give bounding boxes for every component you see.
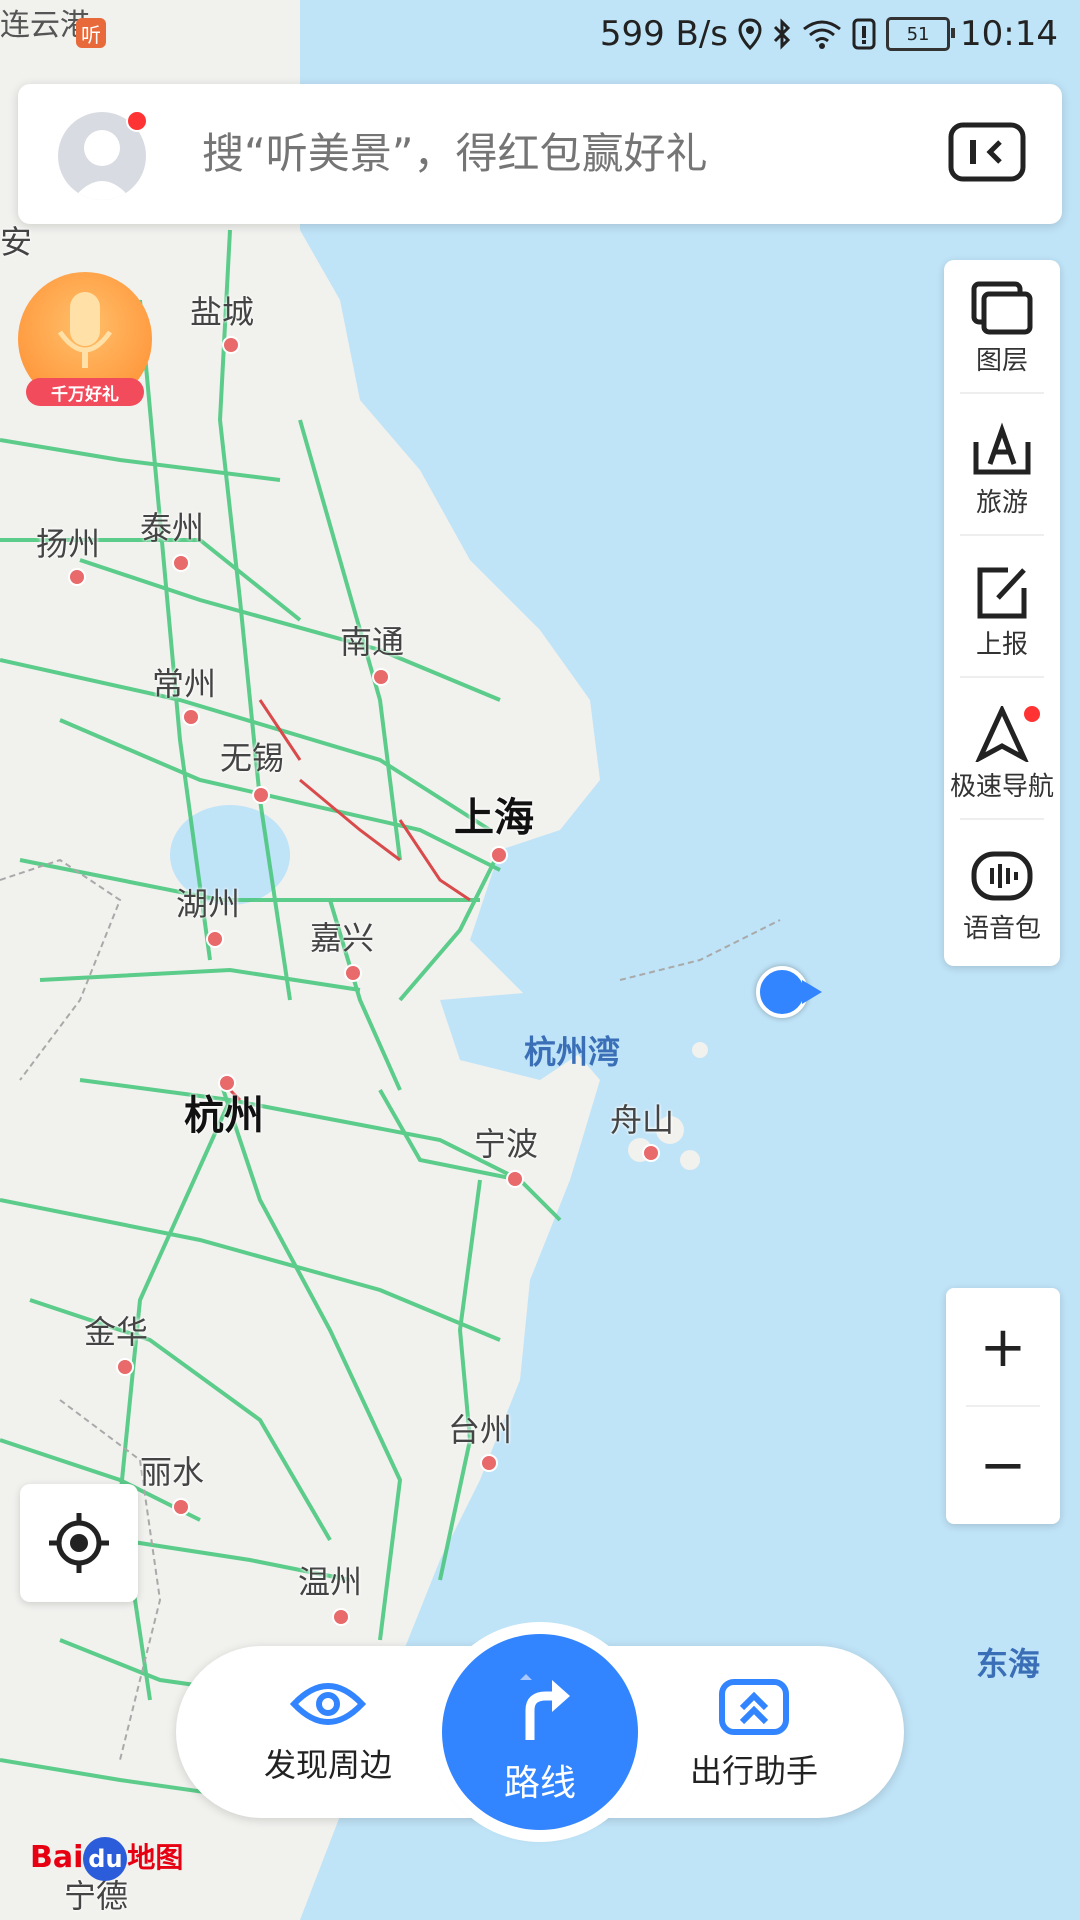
city-label-taizhou-js: 泰州 <box>140 509 205 547</box>
city-label-ningbo: 宁波 <box>474 1125 539 1163</box>
city-label-shanghai: 上海 <box>454 795 534 841</box>
locate-me-button[interactable] <box>20 1484 138 1602</box>
map-canvas[interactable] <box>0 0 1080 1920</box>
city-label-zhoushan: 舟山 <box>610 1101 675 1139</box>
report-button[interactable]: 上报 <box>944 544 1060 684</box>
eye-icon <box>289 1683 367 1725</box>
report-icon <box>977 567 1027 619</box>
discover-nearby-label: 发现周边 <box>263 1746 392 1784</box>
route-button[interactable]: 路线 <box>442 1634 638 1830</box>
city-dot <box>218 1074 236 1092</box>
city-label-jiaxing: 嘉兴 <box>310 919 375 957</box>
city-dot <box>172 1498 190 1516</box>
city-label-wuxi: 无锡 <box>220 739 285 777</box>
location-icon <box>738 18 762 50</box>
search-bar[interactable] <box>18 84 1062 224</box>
fast-navigation-label: 极速导航 <box>949 772 1054 802</box>
voice-reward-badge[interactable]: 千万好礼 <box>18 272 152 406</box>
city-dot <box>506 1170 524 1188</box>
travel-label: 旅游 <box>975 488 1028 518</box>
divider <box>960 676 1044 678</box>
city-dot <box>172 554 190 572</box>
travel-button[interactable]: 旅游 <box>944 402 1060 542</box>
city-label-lishui: 丽水 <box>140 1453 205 1491</box>
city-label-hangzhou: 杭州 <box>184 1093 264 1139</box>
baidu-map-logo: Bai du 地图 <box>30 1836 183 1881</box>
city-dot <box>68 568 86 586</box>
route-arrow-icon <box>520 1674 570 1740</box>
heading-arrow-icon <box>802 980 822 1004</box>
city-dot <box>222 336 240 354</box>
travel-assistant-button[interactable]: 出行助手 <box>664 1678 844 1792</box>
city-dot <box>116 1358 134 1376</box>
city-label-ningde: 宁德 <box>64 1877 129 1915</box>
layers-button[interactable]: 图层 <box>944 260 1060 400</box>
logo-ditu: 地图 <box>127 1841 184 1874</box>
notification-dot <box>126 110 148 132</box>
city-dot <box>344 964 362 982</box>
wifi-icon <box>803 20 841 49</box>
clock: 10:14 <box>960 14 1058 54</box>
scan-icon[interactable] <box>948 122 1026 182</box>
city-label-jinhua: 金华 <box>84 1313 149 1351</box>
divider <box>960 818 1044 820</box>
notification-dot <box>1024 706 1040 722</box>
discover-nearby-button[interactable]: 发现周边 <box>238 1678 418 1786</box>
city-label-yancheng: 盐城 <box>190 293 255 331</box>
divider <box>960 392 1044 394</box>
reward-tag: 千万好礼 <box>26 378 144 406</box>
battery-icon: 51 <box>886 17 956 51</box>
route-label: 路线 <box>503 1763 576 1804</box>
water-label-donghai: 东海 <box>976 1645 1041 1683</box>
zoom-control: + − <box>946 1288 1060 1524</box>
layers-icon <box>971 281 1033 335</box>
city-label-an: 安 <box>0 223 33 261</box>
network-speed: 599 B/s <box>599 14 729 54</box>
bluetooth-icon <box>773 18 791 50</box>
map-toolbar: 图层 旅游 上报 极速导航 语音包 <box>944 260 1060 966</box>
logo-du: du <box>83 1837 128 1881</box>
current-location-marker <box>756 966 808 1018</box>
voice-pack-label: 语音包 <box>962 914 1041 944</box>
divider <box>960 534 1044 536</box>
voice-pack-icon <box>971 851 1033 901</box>
battery-level: 51 <box>906 23 930 45</box>
city-dot <box>252 786 270 804</box>
divider <box>966 1405 1040 1407</box>
water-label-hangzhou-bay: 杭州湾 <box>524 1033 621 1071</box>
city-dot <box>182 708 200 726</box>
city-label-nantong: 南通 <box>340 623 405 661</box>
city-label-wenzhou: 温州 <box>298 1563 363 1601</box>
city-dot <box>642 1144 660 1162</box>
status-bar: 连云港 听 599 B/s 51 10:14 <box>0 0 1080 72</box>
zoom-out-button[interactable]: − <box>946 1406 1060 1524</box>
alert-sim-icon <box>852 18 876 50</box>
assistant-icon <box>719 1679 789 1735</box>
city-dot <box>480 1454 498 1472</box>
search-input[interactable] <box>200 128 924 179</box>
city-dot <box>372 668 390 686</box>
travel-assistant-label: 出行助手 <box>689 1752 818 1790</box>
travel-icon <box>973 422 1031 475</box>
city-label-huzhou: 湖州 <box>176 885 241 923</box>
report-label: 上报 <box>975 630 1028 660</box>
layers-label: 图层 <box>975 346 1028 376</box>
city-label-taizhou-zj: 台州 <box>448 1411 513 1449</box>
zoom-in-button[interactable]: + <box>946 1288 1060 1406</box>
city-dot <box>332 1608 350 1626</box>
city-dot <box>490 846 508 864</box>
fast-navigation-button[interactable]: 极速导航 <box>944 686 1060 826</box>
voice-pack-button[interactable]: 语音包 <box>944 828 1060 968</box>
city-label-yangzhou: 扬州 <box>36 525 101 563</box>
logo-bai: Bai <box>30 1840 84 1875</box>
crosshair-icon <box>49 1513 109 1573</box>
listen-app-icon: 听 <box>76 18 106 48</box>
city-label-changzhou: 常州 <box>152 665 217 703</box>
city-dot <box>206 930 224 948</box>
